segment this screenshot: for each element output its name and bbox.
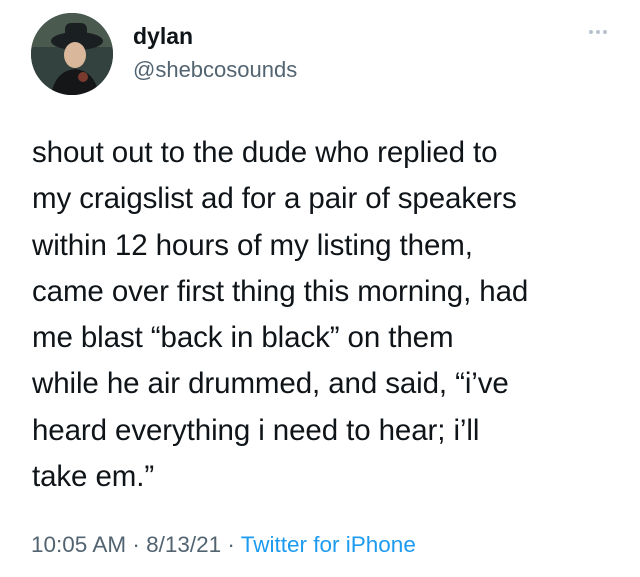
tweet-text: shout out to the dude who replied to my … xyxy=(32,136,529,494)
dot xyxy=(603,30,607,34)
dot xyxy=(589,30,593,34)
avatar-image xyxy=(31,13,113,95)
tweet-metadata: 10:05 AM · 8/13/21 · Twitter for iPhone xyxy=(31,530,416,560)
meta-separator: · xyxy=(221,532,241,557)
user-handle[interactable]: @shebcosounds xyxy=(133,57,297,83)
tweet-card: dylan @shebcosounds shout out to the dud… xyxy=(0,0,640,577)
display-name[interactable]: dylan xyxy=(133,22,193,50)
more-options-icon[interactable] xyxy=(583,22,613,42)
avatar[interactable] xyxy=(31,13,113,95)
tweet-source-link[interactable]: Twitter for iPhone xyxy=(241,532,416,557)
meta-separator: · xyxy=(126,532,147,557)
dot xyxy=(596,30,600,34)
tweet-date[interactable]: 8/13/21 xyxy=(146,532,221,557)
tweet-time[interactable]: 10:05 AM xyxy=(31,532,126,557)
